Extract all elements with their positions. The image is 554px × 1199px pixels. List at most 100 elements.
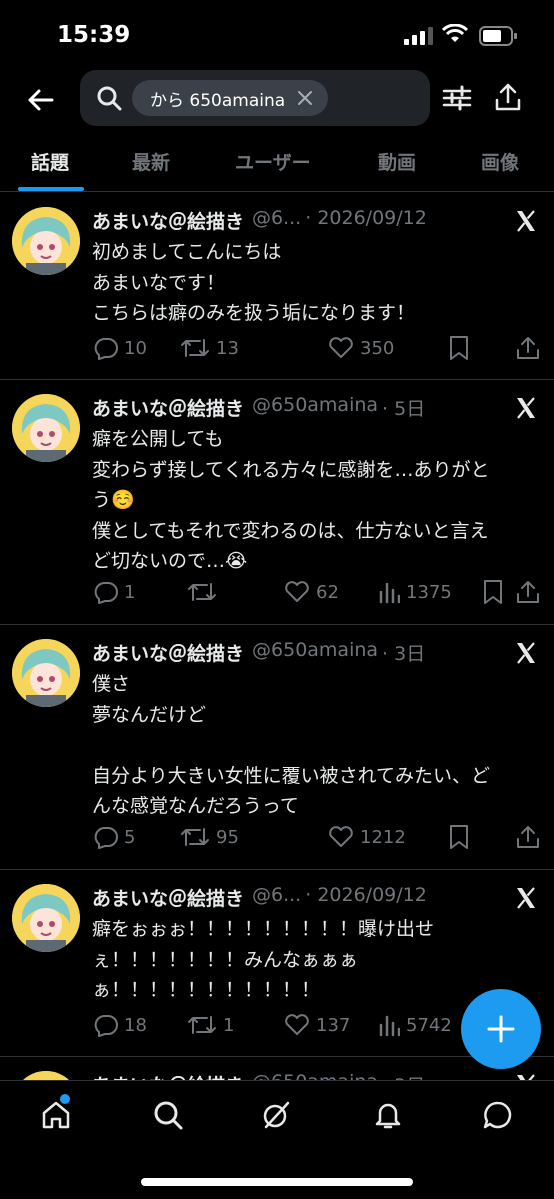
plus-icon (487, 1015, 515, 1043)
repost-count: 13 (216, 337, 239, 359)
share-icon[interactable] (494, 82, 522, 112)
x-logo-icon[interactable] (514, 396, 538, 420)
compose-button[interactable] (461, 989, 541, 1069)
reply-count: 10 (124, 337, 147, 359)
x-logo-icon[interactable] (514, 886, 538, 910)
x-logo[interactable] (514, 886, 538, 914)
bookmark-button[interactable] (448, 333, 470, 363)
repost-icon (181, 828, 209, 846)
post-text: 初めましてこんにちは あまいなです！ こちらは癖のみを扱う垢になります！ (92, 241, 416, 324)
reply-count: 5 (124, 826, 136, 848)
home-icon[interactable] (40, 1099, 72, 1131)
search-icon[interactable] (152, 1099, 184, 1131)
search-query-chip[interactable]: から 650amaina (132, 80, 328, 116)
avatar[interactable] (12, 639, 80, 707)
bookmark-icon (450, 825, 468, 849)
like-button[interactable]: 350 (328, 333, 394, 363)
display-name[interactable]: あまいな＠絵描き (92, 639, 244, 666)
share-button[interactable] (516, 333, 540, 363)
battery-icon (479, 26, 517, 46)
tab-top[interactable]: 話題 (31, 148, 69, 175)
reply-button[interactable]: 18 (92, 1010, 147, 1040)
close-icon[interactable] (296, 89, 314, 107)
search-tabs: 話題 最新 ユーザー 動画 画像 (0, 136, 554, 192)
avatar-image (12, 639, 80, 707)
bookmark-icon (484, 580, 502, 604)
post[interactable]: あまいな＠絵描き @6... · 2026/09/12 初めましてこんにちは あまいな… (0, 193, 554, 380)
reply-icon (94, 827, 118, 849)
share-button[interactable] (516, 822, 540, 852)
post-date: · 5日 (382, 398, 426, 420)
reply-button[interactable]: 10 (92, 333, 147, 363)
bookmark-icon (450, 336, 468, 360)
heart-icon (285, 581, 309, 602)
tab-videos[interactable]: 動画 (378, 148, 416, 175)
bookmark-button[interactable] (482, 577, 504, 607)
active-tab-indicator (18, 187, 84, 191)
tab-images[interactable]: 画像 (481, 148, 519, 175)
reply-icon (94, 582, 118, 604)
x-logo[interactable] (514, 641, 538, 669)
status-time: 15:39 (57, 22, 131, 48)
post-actions: 1 62 1375 (92, 577, 542, 607)
reply-count: 1 (124, 581, 136, 603)
x-logo-icon[interactable] (514, 641, 538, 665)
share-button[interactable] (516, 577, 540, 607)
post-actions: 5 95 1212 (92, 822, 542, 852)
like-button[interactable]: 137 (284, 1010, 350, 1040)
post-header: あまいな＠絵描き @6... · 2026/09/12 (92, 207, 427, 234)
user-handle: @650amaina (252, 639, 379, 661)
post-header: あまいな＠絵描き @6... · 2026/09/12 (92, 884, 427, 911)
post-actions: 10 13 350 (92, 333, 542, 363)
search-icon (97, 86, 122, 111)
messages-icon[interactable] (482, 1099, 514, 1131)
post[interactable]: あまいな＠絵描き @650amaina · 3日 僕さ 夢なんだけど 自分より大きい女… (0, 625, 554, 870)
avatar[interactable] (12, 207, 80, 275)
views-button[interactable]: 1375 (378, 577, 452, 607)
chip-label: から 650amaina (150, 90, 286, 111)
user-handle: @650amaina (252, 394, 379, 416)
like-button[interactable]: 62 (284, 577, 339, 607)
avatar-image (12, 884, 80, 952)
repost-button[interactable]: 13 (180, 333, 239, 363)
post-text: 僕さ 夢なんだけど 自分より大きい女性に覆い被されてみたい、ど んな感覚なんだろ… (92, 673, 491, 817)
repost-button[interactable] (187, 577, 223, 607)
user-handle: @6... (252, 207, 302, 229)
view-count: 1375 (406, 581, 452, 603)
avatar[interactable] (12, 394, 80, 462)
reply-count: 18 (124, 1014, 147, 1036)
bell-icon[interactable] (372, 1099, 404, 1131)
back-button[interactable] (22, 82, 58, 118)
reply-button[interactable]: 5 (92, 822, 135, 852)
notification-dot (60, 1094, 70, 1104)
like-count: 62 (316, 581, 339, 603)
repost-button[interactable]: 95 (180, 822, 239, 852)
repost-button[interactable]: 1 (187, 1010, 234, 1040)
display-name[interactable]: あまいな＠絵描き (92, 207, 244, 234)
avatar[interactable] (12, 884, 80, 952)
grok-icon[interactable] (260, 1099, 292, 1131)
repost-icon (181, 339, 209, 357)
display-name[interactable]: あまいな＠絵描き (92, 884, 244, 911)
search-box[interactable]: から 650amaina (80, 70, 430, 126)
like-count: 350 (360, 337, 395, 359)
x-logo-icon[interactable] (514, 209, 538, 233)
share-icon (517, 581, 539, 603)
repost-count: 1 (223, 1014, 235, 1036)
x-logo[interactable] (514, 396, 538, 424)
filter-icon[interactable] (442, 84, 472, 112)
post-header: あまいな＠絵描き @650amaina· 3日 (92, 639, 425, 666)
post-date: · 2026/09/12 (305, 884, 427, 906)
like-button[interactable]: 1212 (328, 822, 406, 852)
post[interactable]: あまいな＠絵描き @650amaina · 5日 癖を公開しても 変わらず接してくれる… (0, 380, 554, 625)
signal-icon (404, 27, 433, 45)
tab-latest[interactable]: 最新 (132, 148, 170, 175)
bookmark-button[interactable] (448, 822, 470, 852)
post-header: あまいな＠絵描き @650amaina · 5日 (92, 394, 425, 421)
x-logo[interactable] (514, 209, 538, 237)
views-button[interactable]: 5742 (378, 1010, 452, 1040)
display-name[interactable]: あまいな＠絵描き (92, 394, 244, 421)
like-count: 1212 (360, 826, 406, 848)
reply-button[interactable]: 1 (92, 577, 135, 607)
tab-people[interactable]: ユーザー (235, 148, 311, 175)
